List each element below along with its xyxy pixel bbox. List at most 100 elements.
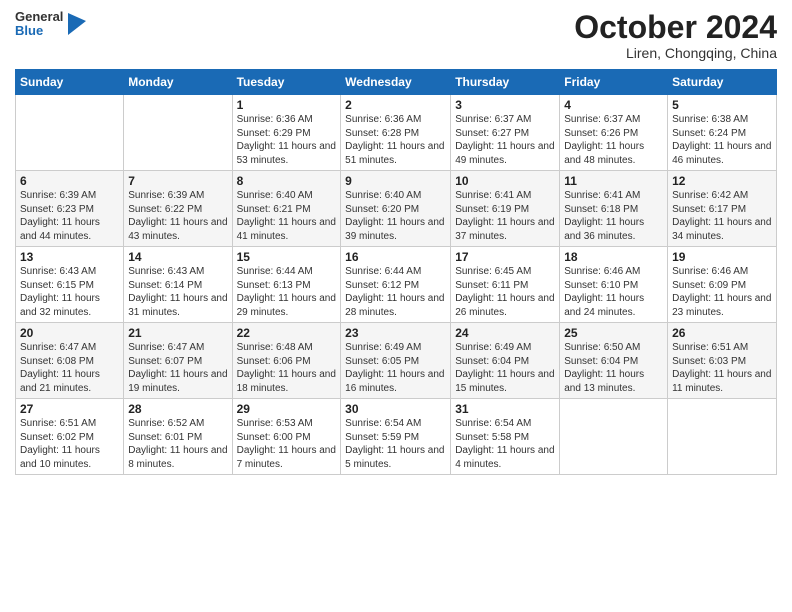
table-row: 1Sunrise: 6:36 AMSunset: 6:29 PMDaylight… (232, 95, 341, 171)
logo-icon (68, 13, 86, 35)
table-row: 9Sunrise: 6:40 AMSunset: 6:20 PMDaylight… (341, 171, 451, 247)
day-number: 19 (672, 250, 772, 264)
table-row (16, 95, 124, 171)
table-row: 8Sunrise: 6:40 AMSunset: 6:21 PMDaylight… (232, 171, 341, 247)
calendar-week-row: 20Sunrise: 6:47 AMSunset: 6:08 PMDayligh… (16, 323, 777, 399)
table-row: 13Sunrise: 6:43 AMSunset: 6:15 PMDayligh… (16, 247, 124, 323)
day-info: Sunrise: 6:46 AMSunset: 6:10 PMDaylight:… (564, 265, 663, 319)
day-info: Sunrise: 6:44 AMSunset: 6:13 PMDaylight:… (237, 265, 337, 319)
table-row: 26Sunrise: 6:51 AMSunset: 6:03 PMDayligh… (668, 323, 777, 399)
table-row: 29Sunrise: 6:53 AMSunset: 6:00 PMDayligh… (232, 399, 341, 475)
table-row: 19Sunrise: 6:46 AMSunset: 6:09 PMDayligh… (668, 247, 777, 323)
table-row: 27Sunrise: 6:51 AMSunset: 6:02 PMDayligh… (16, 399, 124, 475)
day-number: 3 (455, 98, 555, 112)
day-info: Sunrise: 6:49 AMSunset: 6:04 PMDaylight:… (455, 341, 555, 395)
table-row: 28Sunrise: 6:52 AMSunset: 6:01 PMDayligh… (124, 399, 232, 475)
logo-text: General Blue (15, 10, 63, 39)
day-number: 4 (564, 98, 663, 112)
day-info: Sunrise: 6:43 AMSunset: 6:14 PMDaylight:… (128, 265, 227, 319)
day-info: Sunrise: 6:51 AMSunset: 6:03 PMDaylight:… (672, 341, 772, 395)
day-number: 31 (455, 402, 555, 416)
day-number: 24 (455, 326, 555, 340)
logo: General Blue (15, 10, 86, 39)
calendar-week-row: 1Sunrise: 6:36 AMSunset: 6:29 PMDaylight… (16, 95, 777, 171)
day-info: Sunrise: 6:45 AMSunset: 6:11 PMDaylight:… (455, 265, 555, 319)
table-row: 4Sunrise: 6:37 AMSunset: 6:26 PMDaylight… (560, 95, 668, 171)
day-info: Sunrise: 6:39 AMSunset: 6:22 PMDaylight:… (128, 189, 227, 243)
table-row: 20Sunrise: 6:47 AMSunset: 6:08 PMDayligh… (16, 323, 124, 399)
page: General Blue October 2024 Liren, Chongqi… (0, 0, 792, 490)
table-row: 6Sunrise: 6:39 AMSunset: 6:23 PMDaylight… (16, 171, 124, 247)
table-row: 3Sunrise: 6:37 AMSunset: 6:27 PMDaylight… (451, 95, 560, 171)
day-info: Sunrise: 6:54 AMSunset: 5:59 PMDaylight:… (345, 417, 446, 471)
col-monday: Monday (124, 70, 232, 95)
day-number: 15 (237, 250, 337, 264)
day-number: 22 (237, 326, 337, 340)
day-number: 8 (237, 174, 337, 188)
calendar-header-row: Sunday Monday Tuesday Wednesday Thursday… (16, 70, 777, 95)
day-number: 21 (128, 326, 227, 340)
day-info: Sunrise: 6:54 AMSunset: 5:58 PMDaylight:… (455, 417, 555, 471)
location: Liren, Chongqing, China (574, 45, 777, 61)
day-number: 7 (128, 174, 227, 188)
day-number: 29 (237, 402, 337, 416)
table-row: 30Sunrise: 6:54 AMSunset: 5:59 PMDayligh… (341, 399, 451, 475)
day-number: 25 (564, 326, 663, 340)
calendar-week-row: 6Sunrise: 6:39 AMSunset: 6:23 PMDaylight… (16, 171, 777, 247)
day-info: Sunrise: 6:50 AMSunset: 6:04 PMDaylight:… (564, 341, 663, 395)
day-info: Sunrise: 6:43 AMSunset: 6:15 PMDaylight:… (20, 265, 119, 319)
month-title: October 2024 (574, 10, 777, 45)
title-block: October 2024 Liren, Chongqing, China (574, 10, 777, 61)
table-row (668, 399, 777, 475)
day-info: Sunrise: 6:41 AMSunset: 6:19 PMDaylight:… (455, 189, 555, 243)
table-row: 17Sunrise: 6:45 AMSunset: 6:11 PMDayligh… (451, 247, 560, 323)
day-number: 23 (345, 326, 446, 340)
table-row: 16Sunrise: 6:44 AMSunset: 6:12 PMDayligh… (341, 247, 451, 323)
table-row: 15Sunrise: 6:44 AMSunset: 6:13 PMDayligh… (232, 247, 341, 323)
col-sunday: Sunday (16, 70, 124, 95)
day-info: Sunrise: 6:47 AMSunset: 6:08 PMDaylight:… (20, 341, 119, 395)
day-number: 16 (345, 250, 446, 264)
day-info: Sunrise: 6:42 AMSunset: 6:17 PMDaylight:… (672, 189, 772, 243)
table-row: 21Sunrise: 6:47 AMSunset: 6:07 PMDayligh… (124, 323, 232, 399)
calendar-table: Sunday Monday Tuesday Wednesday Thursday… (15, 69, 777, 475)
table-row: 10Sunrise: 6:41 AMSunset: 6:19 PMDayligh… (451, 171, 560, 247)
day-number: 12 (672, 174, 772, 188)
table-row: 23Sunrise: 6:49 AMSunset: 6:05 PMDayligh… (341, 323, 451, 399)
table-row: 25Sunrise: 6:50 AMSunset: 6:04 PMDayligh… (560, 323, 668, 399)
col-wednesday: Wednesday (341, 70, 451, 95)
table-row: 12Sunrise: 6:42 AMSunset: 6:17 PMDayligh… (668, 171, 777, 247)
day-info: Sunrise: 6:40 AMSunset: 6:21 PMDaylight:… (237, 189, 337, 243)
col-saturday: Saturday (668, 70, 777, 95)
day-info: Sunrise: 6:47 AMSunset: 6:07 PMDaylight:… (128, 341, 227, 395)
logo-line1: General (15, 10, 63, 24)
col-thursday: Thursday (451, 70, 560, 95)
table-row (560, 399, 668, 475)
day-info: Sunrise: 6:39 AMSunset: 6:23 PMDaylight:… (20, 189, 119, 243)
day-info: Sunrise: 6:51 AMSunset: 6:02 PMDaylight:… (20, 417, 119, 471)
calendar-week-row: 27Sunrise: 6:51 AMSunset: 6:02 PMDayligh… (16, 399, 777, 475)
day-info: Sunrise: 6:48 AMSunset: 6:06 PMDaylight:… (237, 341, 337, 395)
day-number: 13 (20, 250, 119, 264)
table-row: 5Sunrise: 6:38 AMSunset: 6:24 PMDaylight… (668, 95, 777, 171)
day-info: Sunrise: 6:49 AMSunset: 6:05 PMDaylight:… (345, 341, 446, 395)
table-row: 22Sunrise: 6:48 AMSunset: 6:06 PMDayligh… (232, 323, 341, 399)
day-number: 11 (564, 174, 663, 188)
table-row (124, 95, 232, 171)
day-number: 2 (345, 98, 446, 112)
day-info: Sunrise: 6:44 AMSunset: 6:12 PMDaylight:… (345, 265, 446, 319)
col-friday: Friday (560, 70, 668, 95)
day-number: 14 (128, 250, 227, 264)
day-number: 1 (237, 98, 337, 112)
day-info: Sunrise: 6:41 AMSunset: 6:18 PMDaylight:… (564, 189, 663, 243)
day-number: 9 (345, 174, 446, 188)
day-number: 6 (20, 174, 119, 188)
day-info: Sunrise: 6:38 AMSunset: 6:24 PMDaylight:… (672, 113, 772, 167)
table-row: 18Sunrise: 6:46 AMSunset: 6:10 PMDayligh… (560, 247, 668, 323)
day-number: 10 (455, 174, 555, 188)
day-number: 5 (672, 98, 772, 112)
day-info: Sunrise: 6:37 AMSunset: 6:26 PMDaylight:… (564, 113, 663, 167)
day-info: Sunrise: 6:37 AMSunset: 6:27 PMDaylight:… (455, 113, 555, 167)
day-number: 18 (564, 250, 663, 264)
day-info: Sunrise: 6:36 AMSunset: 6:29 PMDaylight:… (237, 113, 337, 167)
